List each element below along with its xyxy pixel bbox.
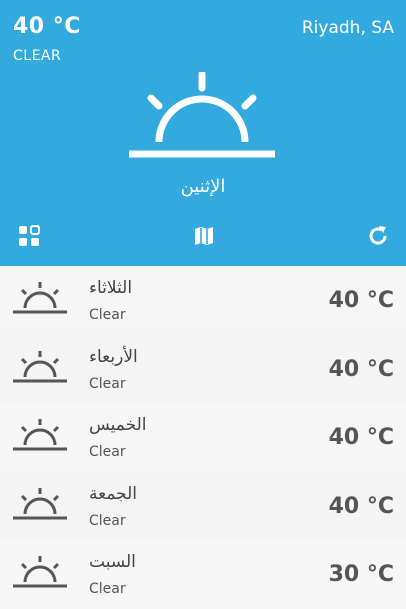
- current-temperature: 40 °C: [13, 14, 81, 39]
- forecast-row[interactable]: الأربعاء Clear 40 °C: [0, 334, 406, 403]
- refresh-button[interactable]: [364, 222, 392, 250]
- forecast-condition: Clear: [89, 512, 126, 529]
- current-weather-header: 40 °C CLEAR Riyadh, SA الإثنين: [0, 0, 406, 266]
- current-day: الإثنين: [180, 176, 226, 197]
- forecast-temperature: 40 °C: [328, 493, 394, 519]
- current-condition: CLEAR: [13, 48, 62, 64]
- forecast-day: الخميس: [89, 415, 147, 435]
- forecast-condition: Clear: [89, 375, 126, 392]
- forecast-row[interactable]: الخميس Clear 40 °C: [0, 403, 406, 472]
- forecast-condition: Clear: [89, 307, 126, 323]
- forecast-day: الأربعاء: [89, 346, 138, 367]
- forecast-row[interactable]: الجمعة Clear 40 °C: [0, 471, 406, 540]
- forecast-day: الجمعة: [89, 483, 138, 504]
- sun-rising-icon: [129, 72, 275, 158]
- map-icon: [195, 227, 213, 245]
- refresh-icon: [369, 226, 387, 245]
- forecast-day: الثلاثاء: [89, 278, 133, 298]
- forecast-temperature: 40 °C: [328, 288, 394, 313]
- sun-rising-icon: [13, 282, 67, 314]
- map-button[interactable]: [190, 222, 218, 250]
- sun-rising-icon: [13, 556, 67, 588]
- forecast-row[interactable]: السبت Clear 30 °C: [0, 540, 406, 609]
- sun-rising-icon: [13, 350, 67, 382]
- forecast-day: السبت: [89, 552, 136, 572]
- sun-rising-icon: [13, 419, 67, 451]
- grid-icon: [19, 225, 40, 246]
- sun-rising-icon: [13, 487, 67, 519]
- forecast-condition: Clear: [89, 581, 126, 597]
- forecast-row[interactable]: الثلاثاء Clear 40 °C: [0, 266, 406, 335]
- forecast-list: الثلاثاء Clear 40 °C الأربعاء Clear 40 °…: [0, 266, 406, 609]
- forecast-temperature: 40 °C: [328, 356, 394, 382]
- forecast-temperature: 40 °C: [328, 425, 394, 450]
- forecast-temperature: 30 °C: [328, 562, 394, 587]
- city-name[interactable]: Riyadh, SA: [302, 18, 394, 38]
- forecast-condition: Clear: [89, 444, 126, 460]
- grid-button[interactable]: [15, 222, 43, 250]
